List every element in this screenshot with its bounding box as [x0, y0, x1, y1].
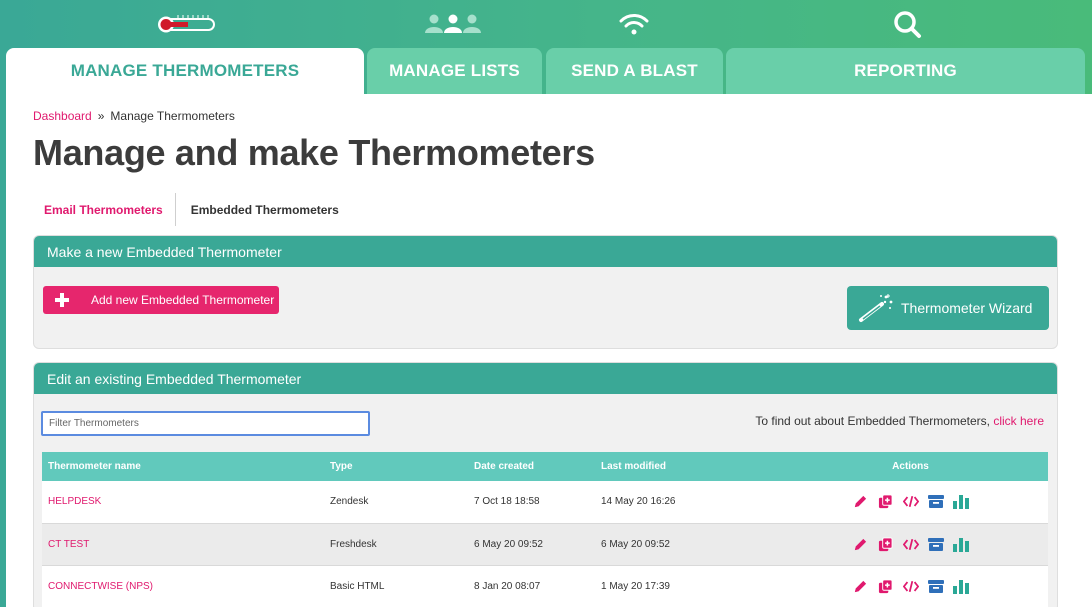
add-new-embedded-thermometer-button[interactable]: Add new Embedded Thermometer — [43, 286, 279, 314]
thermometer-wizard-button[interactable]: Thermometer Wizard — [847, 286, 1049, 330]
copy-icon[interactable] — [878, 494, 894, 510]
thermometer-type: Freshdesk — [324, 523, 468, 566]
column-header-type[interactable]: Type — [324, 452, 468, 481]
thermometer-type: Zendesk — [324, 481, 468, 524]
date-created: 8 Jan 20 08:07 — [468, 565, 595, 607]
search-icon[interactable] — [890, 8, 924, 40]
thermometer-name-link[interactable]: HELPDESK — [42, 481, 324, 524]
edit-icon[interactable] — [853, 494, 869, 510]
main-content: Dashboard » Manage Thermometers Manage and… — [6, 94, 1092, 607]
breadcrumb: Dashboard » Manage Thermometers — [33, 109, 235, 123]
last-modified: 6 May 20 09:52 — [595, 523, 773, 566]
edit-icon[interactable] — [853, 536, 869, 552]
table-header-row: Thermometer name Type Date created Last … — [42, 452, 1048, 481]
info-click-here-link[interactable]: click here — [993, 414, 1044, 428]
archive-icon[interactable] — [927, 578, 944, 594]
subtab-embedded-thermometers[interactable]: Embedded Thermometers — [176, 193, 351, 226]
filter-thermometers-input[interactable] — [41, 411, 370, 436]
table-row: HELPDESK Zendesk 7 Oct 18 18:58 14 May 2… — [42, 481, 1048, 524]
table-body: HELPDESK Zendesk 7 Oct 18 18:58 14 May 2… — [42, 481, 1048, 607]
last-modified: 1 May 20 17:39 — [595, 565, 773, 607]
stats-icon[interactable] — [952, 494, 969, 510]
date-created: 7 Oct 18 18:58 — [468, 481, 595, 524]
column-header-name[interactable]: Thermometer name — [42, 452, 324, 481]
info-text: To find out about Embedded Thermometers,… — [755, 414, 1044, 428]
tab-manage-thermometers[interactable]: MANAGE THERMOMETERS — [6, 48, 364, 94]
new-thermometer-card: Make a new Embedded Thermometer Add new … — [33, 235, 1058, 349]
date-created: 6 May 20 09:52 — [468, 523, 595, 566]
column-header-date-created[interactable]: Date created — [468, 452, 595, 481]
tab-send-a-blast[interactable]: SEND A BLAST — [546, 48, 723, 94]
info-text-label: To find out about Embedded Thermometers, — [755, 414, 990, 428]
breadcrumb-dashboard-link[interactable]: Dashboard — [33, 109, 92, 123]
subtabs: Email Thermometers Embedded Thermometers — [33, 193, 351, 226]
edit-icon[interactable] — [853, 578, 869, 594]
tab-reporting[interactable]: REPORTING — [726, 48, 1085, 94]
thermometer-type: Basic HTML — [324, 565, 468, 607]
archive-icon[interactable] — [927, 494, 944, 510]
page-title: Manage and make Thermometers — [33, 132, 595, 173]
wifi-icon[interactable] — [617, 8, 651, 40]
column-header-actions: Actions — [773, 452, 1048, 481]
copy-icon[interactable] — [878, 536, 894, 552]
copy-icon[interactable] — [878, 578, 894, 594]
wizard-button-label: Thermometer Wizard — [901, 300, 1033, 316]
plus-icon — [55, 293, 69, 307]
code-icon[interactable] — [902, 494, 919, 510]
table-row: CT TEST Freshdesk 6 May 20 09:52 6 May 2… — [42, 523, 1048, 566]
table-row: CONNECTWISE (NPS) Basic HTML 8 Jan 20 08… — [42, 565, 1048, 607]
stats-icon[interactable] — [952, 536, 969, 552]
thermometer-name-link[interactable]: CONNECTWISE (NPS) — [42, 565, 324, 607]
breadcrumb-current: Manage Thermometers — [110, 109, 235, 123]
code-icon[interactable] — [902, 536, 919, 552]
row-actions — [773, 523, 1048, 566]
column-header-last-modified[interactable]: Last modified — [595, 452, 773, 481]
edit-thermometer-card: Edit an existing Embedded Thermometer To… — [33, 362, 1058, 607]
thermometers-table: Thermometer name Type Date created Last … — [42, 452, 1048, 607]
new-card-title: Make a new Embedded Thermometer — [34, 236, 1057, 267]
tab-manage-lists[interactable]: MANAGE LISTS — [367, 48, 542, 94]
code-icon[interactable] — [902, 578, 919, 594]
stats-icon[interactable] — [952, 578, 969, 594]
main-tabs: MANAGE THERMOMETERS MANAGE LISTS SEND A … — [0, 48, 1092, 94]
add-button-label: Add new Embedded Thermometer — [91, 293, 275, 307]
row-actions — [773, 565, 1048, 607]
magic-wand-icon — [858, 293, 894, 323]
top-icon-bar — [0, 0, 1092, 48]
users-icon[interactable] — [423, 8, 483, 40]
edit-card-title: Edit an existing Embedded Thermometer — [34, 363, 1057, 394]
row-actions — [773, 481, 1048, 524]
last-modified: 14 May 20 16:26 — [595, 481, 773, 524]
thermometer-name-link[interactable]: CT TEST — [42, 523, 324, 566]
thermometer-icon[interactable] — [155, 8, 217, 40]
subtab-email-thermometers[interactable]: Email Thermometers — [33, 193, 176, 226]
breadcrumb-separator: » — [97, 109, 105, 123]
archive-icon[interactable] — [927, 536, 944, 552]
